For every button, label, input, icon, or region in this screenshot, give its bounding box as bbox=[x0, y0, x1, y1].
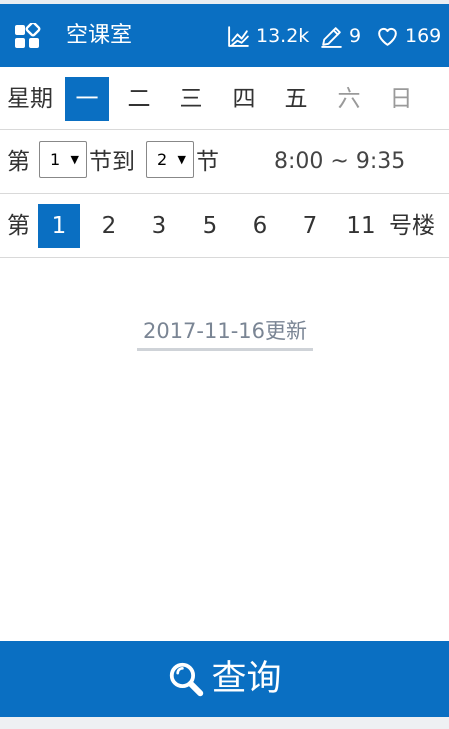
weekday-wed[interactable]: 三 bbox=[169, 77, 213, 121]
building-1[interactable]: 1 bbox=[38, 204, 80, 248]
building-suffix: 号楼 bbox=[389, 213, 435, 239]
building-row: 第 1 2 3 5 6 7 11 号楼 bbox=[0, 194, 449, 258]
period-suffix: 节 bbox=[196, 149, 219, 175]
views-stat[interactable]: 13.2k bbox=[226, 22, 309, 50]
likes-count: 169 bbox=[405, 25, 442, 47]
search-icon bbox=[170, 662, 204, 697]
weekday-sun[interactable]: 日 bbox=[379, 77, 423, 121]
weekday-sat[interactable]: 六 bbox=[327, 77, 371, 121]
likes-stat[interactable]: 169 bbox=[375, 22, 441, 50]
period-row: 第 1 ▼ 节到 2 ▼ 节 8:00 ~ 9:35 bbox=[0, 130, 449, 194]
query-button[interactable]: 查询 bbox=[0, 641, 449, 717]
period-from-select[interactable]: 1 ▼ bbox=[39, 141, 87, 178]
page-title: 空课室 bbox=[66, 23, 133, 48]
period-to-select[interactable]: 2 ▼ bbox=[146, 141, 194, 178]
weekday-label: 星期 bbox=[7, 86, 53, 112]
heart-icon bbox=[378, 27, 397, 46]
pencil-icon bbox=[321, 26, 342, 48]
query-label: 查询 bbox=[211, 659, 282, 699]
weekday-mon[interactable]: 一 bbox=[65, 77, 109, 121]
building-2[interactable]: 2 bbox=[88, 204, 130, 248]
caret-down-icon: ▼ bbox=[177, 153, 186, 166]
weekday-tue[interactable]: 二 bbox=[117, 77, 161, 121]
building-3[interactable]: 3 bbox=[138, 204, 180, 248]
bottom-strip bbox=[0, 717, 449, 729]
time-range: 8:00 ~ 9:35 bbox=[274, 149, 406, 174]
building-6[interactable]: 6 bbox=[239, 204, 281, 248]
views-count: 13.2k bbox=[256, 25, 310, 47]
caret-down-icon: ▼ bbox=[70, 153, 79, 166]
period-to-value: 2 bbox=[157, 150, 168, 169]
app-header: 空课室 13.2k 9 169 bbox=[0, 4, 449, 67]
apps-grid-icon[interactable] bbox=[14, 23, 42, 51]
edits-count: 9 bbox=[349, 25, 362, 47]
chart-line-icon bbox=[228, 25, 249, 47]
period-prefix: 第 bbox=[7, 149, 30, 175]
building-prefix: 第 bbox=[7, 213, 30, 239]
weekday-thu[interactable]: 四 bbox=[222, 77, 266, 121]
weekday-row: 星期 一 二 三 四 五 六 日 bbox=[0, 67, 449, 130]
weekday-fri[interactable]: 五 bbox=[274, 77, 318, 121]
period-from-value: 1 bbox=[50, 150, 61, 169]
edits-stat[interactable]: 9 bbox=[319, 22, 361, 50]
building-7[interactable]: 7 bbox=[289, 204, 331, 248]
building-11[interactable]: 11 bbox=[340, 204, 382, 248]
updated-date: 2017-11-16更新 bbox=[137, 316, 313, 351]
building-5[interactable]: 5 bbox=[189, 204, 231, 248]
period-middle-label: 节到 bbox=[89, 149, 135, 175]
